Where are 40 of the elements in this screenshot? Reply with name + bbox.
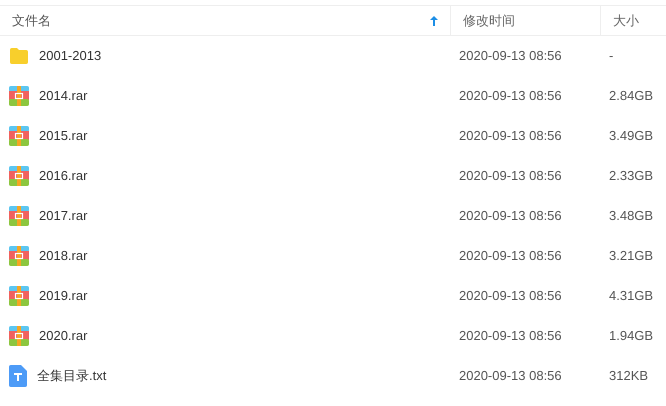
file-name[interactable]: 2017.rar	[39, 206, 88, 226]
modified-time: 2020-09-13 08:56	[459, 168, 562, 184]
archive-icon	[9, 166, 29, 186]
archive-icon	[9, 206, 29, 226]
folder-icon	[9, 47, 29, 65]
modified-time: 2020-09-13 08:56	[459, 288, 562, 304]
file-size: 4.31GB	[609, 288, 654, 304]
column-header[interactable]: 文件名	[0, 6, 450, 35]
file-name[interactable]: 2014.rar	[39, 86, 88, 106]
file-size: 1.94GB	[609, 328, 654, 344]
modified-time: 2020-09-13 08:56	[459, 328, 562, 344]
file-size: 2.33GB	[609, 168, 654, 184]
modified-time: 2020-09-13 08:56	[459, 248, 562, 264]
archive-icon	[9, 326, 29, 346]
archive-icon	[9, 286, 29, 306]
file-size: 2.84GB	[609, 88, 654, 104]
archive-icon	[9, 86, 29, 106]
file-name[interactable]: 全集目录.txt	[37, 366, 106, 386]
file-size: -	[609, 48, 614, 64]
archive-icon	[9, 246, 29, 266]
file-name[interactable]: 2020.rar	[39, 326, 88, 346]
column-header[interactable]: 大小	[600, 6, 666, 35]
modified-time: 2020-09-13 08:56	[459, 368, 562, 384]
file-size: 3.21GB	[609, 248, 654, 264]
file-name[interactable]: 2001-2013	[39, 46, 102, 66]
sort-arrow-icon	[430, 16, 438, 26]
file-name[interactable]: 2016.rar	[39, 166, 88, 186]
modified-time: 2020-09-13 08:56	[459, 88, 562, 104]
file-name[interactable]: 2019.rar	[39, 286, 88, 306]
archive-icon	[9, 126, 29, 146]
modified-time: 2020-09-13 08:56	[459, 48, 562, 64]
text-file-icon	[9, 365, 27, 387]
file-size: 312KB	[609, 368, 648, 384]
column-header[interactable]: 修改时间	[450, 6, 600, 35]
file-size: 3.49GB	[609, 128, 654, 144]
modified-time: 2020-09-13 08:56	[459, 128, 562, 144]
file-size: 3.48GB	[609, 208, 654, 224]
file-name[interactable]: 2015.rar	[39, 126, 88, 146]
file-name[interactable]: 2018.rar	[39, 246, 88, 266]
modified-time: 2020-09-13 08:56	[459, 208, 562, 224]
